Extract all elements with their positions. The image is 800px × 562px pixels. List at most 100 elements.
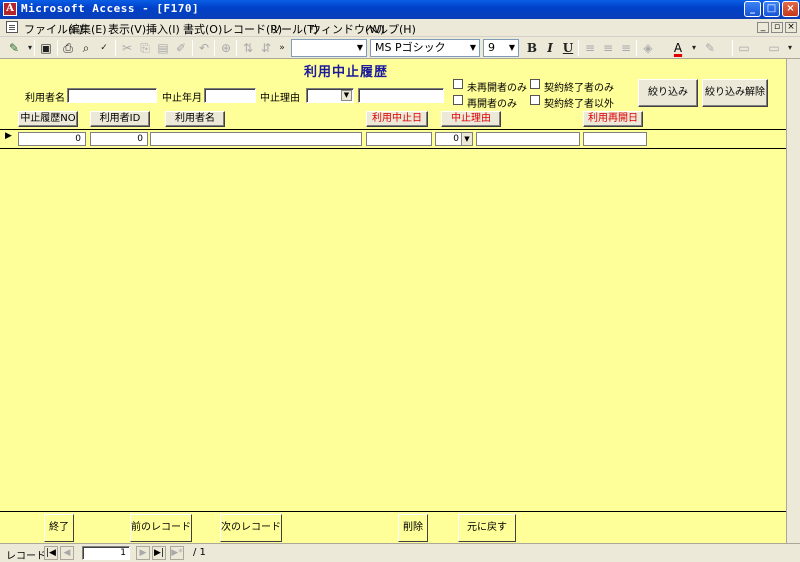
bold-button[interactable]: B — [524, 40, 540, 56]
chevron-down-icon[interactable]: ▾ — [782, 40, 798, 56]
toolbar-separator — [115, 40, 116, 56]
history-no-field[interactable]: 0 — [18, 132, 86, 146]
vertical-scrollbar[interactable] — [786, 59, 800, 543]
user-name-filter-input[interactable] — [67, 88, 157, 103]
maximize-button[interactable]: □ — [763, 1, 780, 17]
close-button[interactable]: × — [782, 1, 799, 17]
suspend-month-filter-input[interactable] — [204, 88, 256, 103]
not-resumed-only-checkbox[interactable] — [453, 79, 463, 89]
toolbar-separator — [192, 40, 193, 56]
undo-icon[interactable]: ↶ — [196, 40, 212, 56]
spelling-icon[interactable]: ✓ — [96, 40, 112, 56]
chevron-down-icon[interactable]: ▼ — [341, 90, 352, 101]
underline-button[interactable]: U — [560, 40, 576, 56]
print-icon[interactable]: ⎙ — [60, 40, 76, 56]
line-width-icon[interactable]: ▭ — [736, 40, 752, 56]
resume-date-field[interactable] — [583, 132, 647, 146]
hyperlink-icon[interactable]: ⊕ — [218, 40, 234, 56]
formatting-toolbar: ✎ ▾ ▣ ⎙ ⌕ ✓ ✂ ⎘ ▤ ✐ ↶ ⊕ ⇅ ⇵ » ▼ MS Pゴシック… — [0, 37, 800, 59]
user-name-label: 利用者名 — [25, 93, 65, 104]
first-record-icon[interactable]: |◀ — [44, 546, 58, 560]
sort-ascending-icon[interactable]: ⇅ — [240, 40, 256, 56]
form-body: 利用中止履歴 利用者名 中止年月 中止理由 ▼ 未再開者のみ 再開者のみ 契約終… — [0, 59, 786, 543]
font-color-icon[interactable]: A — [670, 40, 686, 56]
excluding-contract-ended-checkbox[interactable] — [530, 95, 540, 105]
contract-ended-only-checkbox[interactable] — [530, 79, 540, 89]
menu-edit[interactable]: 編集(E) — [69, 21, 107, 37]
chevron-down-icon: ▼ — [469, 43, 477, 52]
menu-help[interactable]: ヘルプ(H) — [366, 21, 416, 37]
next-record-icon[interactable]: ▶ — [136, 546, 150, 560]
sort-user-name-button[interactable]: 利用者名 — [165, 111, 225, 127]
record-divider — [0, 148, 786, 149]
format-painter-icon[interactable]: ✐ — [173, 40, 189, 56]
object-combo[interactable]: ▼ — [291, 39, 367, 57]
menu-view[interactable]: 表示(V) — [108, 21, 146, 37]
align-center-icon[interactable]: ≡ — [600, 40, 616, 56]
access-icon: A — [3, 2, 17, 16]
record-selector-icon[interactable]: ▶ — [5, 131, 12, 141]
paste-icon[interactable]: ▤ — [155, 40, 171, 56]
user-id-field[interactable]: 0 — [90, 132, 148, 146]
sort-suspend-reason-button[interactable]: 中止理由 — [441, 111, 501, 127]
fill-color-icon[interactable]: ◈ — [640, 40, 656, 56]
print-preview-icon[interactable]: ⌕ — [78, 40, 94, 56]
save-icon[interactable]: ▣ — [38, 40, 54, 56]
copy-icon[interactable]: ⎘ — [137, 40, 153, 56]
toolbar-separator — [636, 40, 637, 56]
toolbar-separator — [57, 40, 58, 56]
suspend-reason-combo[interactable]: 0 ▼ — [435, 132, 473, 146]
delete-record-button[interactable]: 削除 — [398, 514, 428, 542]
window-titlebar[interactable]: A Microsoft Access - [F170] _ □ × — [0, 0, 800, 19]
chevron-down-icon: ▼ — [508, 43, 516, 52]
resumed-only-checkbox[interactable] — [453, 95, 463, 105]
new-record-icon[interactable]: ▶* — [170, 546, 184, 560]
special-effect-icon[interactable]: ▭ — [766, 40, 782, 56]
chevron-down-icon: ▼ — [356, 43, 364, 52]
menu-format[interactable]: 書式(O) — [183, 21, 222, 37]
form-icon[interactable] — [6, 21, 18, 33]
close-form-button[interactable]: 終了 — [44, 514, 74, 542]
cut-icon[interactable]: ✂ — [119, 40, 135, 56]
mdi-close-button[interactable]: × — [785, 22, 797, 33]
suspend-reason-filter-combo[interactable]: ▼ — [306, 88, 354, 103]
suspend-reason-text-field[interactable] — [476, 132, 580, 146]
record-count: / 1 — [193, 547, 206, 558]
prev-record-icon[interactable]: ◀ — [60, 546, 74, 560]
align-right-icon[interactable]: ≡ — [618, 40, 634, 56]
toolbar-overflow-icon[interactable]: » — [274, 40, 290, 56]
apply-filter-button[interactable]: 絞り込み — [638, 79, 698, 107]
italic-button[interactable]: I — [542, 40, 558, 56]
not-resumed-only-label: 未再開者のみ — [467, 83, 527, 94]
suspend-date-field[interactable] — [366, 132, 432, 146]
chevron-down-icon[interactable]: ▾ — [686, 40, 702, 56]
font-size-combo[interactable]: 9 ▼ — [483, 39, 519, 57]
record-navigation-bar: レコード: |◀ ◀ 1 ▶ ▶| ▶* / 1 — [0, 543, 800, 562]
view-icon[interactable]: ✎ — [6, 40, 22, 56]
sort-suspend-date-button[interactable]: 利用中止日 — [366, 111, 428, 127]
menu-insert[interactable]: 挿入(I) — [146, 21, 180, 37]
toolbar-separator — [214, 40, 215, 56]
sort-descending-icon[interactable]: ⇵ — [258, 40, 274, 56]
sort-resume-date-button[interactable]: 利用再開日 — [583, 111, 643, 127]
prev-record-button[interactable]: 前のレコード — [130, 514, 192, 542]
font-name-value: MS Pゴシック — [375, 41, 446, 54]
sort-history-no-button[interactable]: 中止履歴NO — [18, 111, 78, 127]
minimize-button[interactable]: _ — [744, 1, 761, 17]
clear-filter-button[interactable]: 絞り込み解除 — [702, 79, 768, 107]
current-record-input[interactable]: 1 — [82, 546, 130, 560]
undo-button[interactable]: 元に戻す — [458, 514, 516, 542]
sort-user-id-button[interactable]: 利用者ID — [90, 111, 150, 127]
user-name-field[interactable] — [150, 132, 362, 146]
mdi-minimize-button[interactable]: _ — [757, 22, 769, 33]
line-color-icon[interactable]: ✎ — [702, 40, 718, 56]
suspend-reason-text-input[interactable] — [358, 88, 444, 103]
next-record-button[interactable]: 次のレコード — [220, 514, 282, 542]
chevron-down-icon[interactable]: ▾ — [22, 40, 38, 56]
mdi-restore-button[interactable]: ▫ — [771, 22, 783, 33]
chevron-down-icon[interactable]: ▼ — [461, 133, 472, 145]
header-divider — [0, 129, 786, 130]
last-record-icon[interactable]: ▶| — [152, 546, 166, 560]
align-left-icon[interactable]: ≡ — [582, 40, 598, 56]
font-name-combo[interactable]: MS Pゴシック ▼ — [370, 39, 480, 57]
